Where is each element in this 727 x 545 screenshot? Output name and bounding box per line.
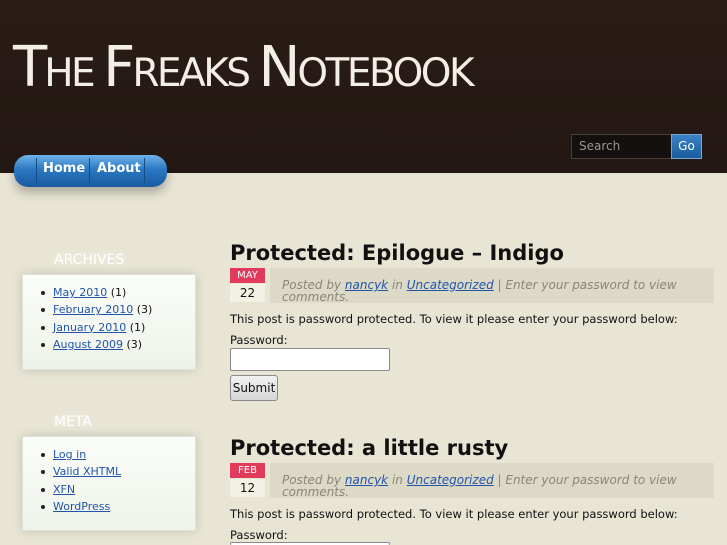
- meta-link-login[interactable]: Log in: [53, 448, 86, 461]
- list-item: May 2010 (1): [41, 284, 195, 301]
- archive-count: (1): [110, 286, 127, 299]
- archives-widget: May 2010 (1) February 2010 (3) January 2…: [22, 274, 196, 370]
- archive-link[interactable]: August 2009: [53, 338, 123, 351]
- meta-title: META: [54, 414, 92, 430]
- meta-widget: Log in Valid XHTML XFN WordPress: [22, 436, 196, 531]
- site-title[interactable]: THE FREAKS NOTEBOOK: [13, 40, 475, 96]
- archives-title: ARCHIVES: [54, 252, 125, 268]
- password-field[interactable]: [230, 348, 390, 371]
- list-item: February 2010 (3): [41, 301, 195, 318]
- nav-item-home[interactable]: Home: [43, 155, 85, 185]
- archive-count: (3): [126, 337, 143, 351]
- submit-button[interactable]: Submit: [230, 375, 278, 401]
- post-meta: Posted by nancyk in Uncategorized | Ente…: [282, 278, 677, 304]
- archive-count: (3): [136, 303, 153, 317]
- meta-link-xhtml[interactable]: Valid XHTML: [53, 465, 121, 478]
- post-body: This post is password protected. To view…: [230, 507, 678, 521]
- archives-list: May 2010 (1) February 2010 (3) January 2…: [23, 275, 195, 353]
- password-label: Password:: [230, 528, 288, 542]
- nav-divider: [36, 158, 37, 183]
- password-label: Password:: [230, 333, 288, 347]
- post-author-link[interactable]: nancyk: [345, 473, 388, 487]
- archive-link[interactable]: February 2010: [53, 303, 133, 316]
- nav-item-about[interactable]: About: [97, 155, 141, 185]
- meta-link-wordpress[interactable]: WordPress: [53, 500, 110, 513]
- post-body: This post is password protected. To view…: [230, 312, 678, 326]
- post-date-month: FEB: [230, 463, 265, 478]
- list-item: August 2009 (3): [41, 336, 195, 353]
- post-meta: Posted by nancyk in Uncategorized | Ente…: [282, 473, 677, 499]
- search-go-button[interactable]: Go: [671, 134, 702, 159]
- search-input[interactable]: Search: [571, 134, 672, 159]
- meta-list: Log in Valid XHTML XFN WordPress: [23, 437, 195, 515]
- list-item: WordPress: [41, 498, 195, 515]
- list-item: XFN: [41, 481, 195, 498]
- archive-link[interactable]: January 2010: [53, 321, 126, 334]
- post-date-day: 12: [230, 479, 265, 497]
- post-date-month: MAY: [230, 268, 265, 283]
- post-title[interactable]: Protected: Epilogue – Indigo: [230, 241, 564, 265]
- post-author-link[interactable]: nancyk: [345, 278, 388, 292]
- post-category-link[interactable]: Uncategorized: [407, 473, 494, 487]
- post-title[interactable]: Protected: a little rusty: [230, 436, 508, 460]
- post-category-link[interactable]: Uncategorized: [407, 278, 494, 292]
- list-item: January 2010 (1): [41, 319, 195, 336]
- list-item: Log in: [41, 446, 195, 463]
- list-item: Valid XHTML: [41, 463, 195, 480]
- archive-link[interactable]: May 2010: [53, 286, 107, 299]
- site-header: THE FREAKS NOTEBOOK Search Go: [0, 0, 727, 173]
- post-date-day: 22: [230, 284, 265, 302]
- meta-link-xfn[interactable]: XFN: [53, 483, 75, 496]
- nav-divider: [144, 158, 145, 183]
- archive-count: (1): [129, 320, 146, 334]
- nav-divider: [89, 158, 90, 183]
- main-nav: Home About: [14, 155, 167, 187]
